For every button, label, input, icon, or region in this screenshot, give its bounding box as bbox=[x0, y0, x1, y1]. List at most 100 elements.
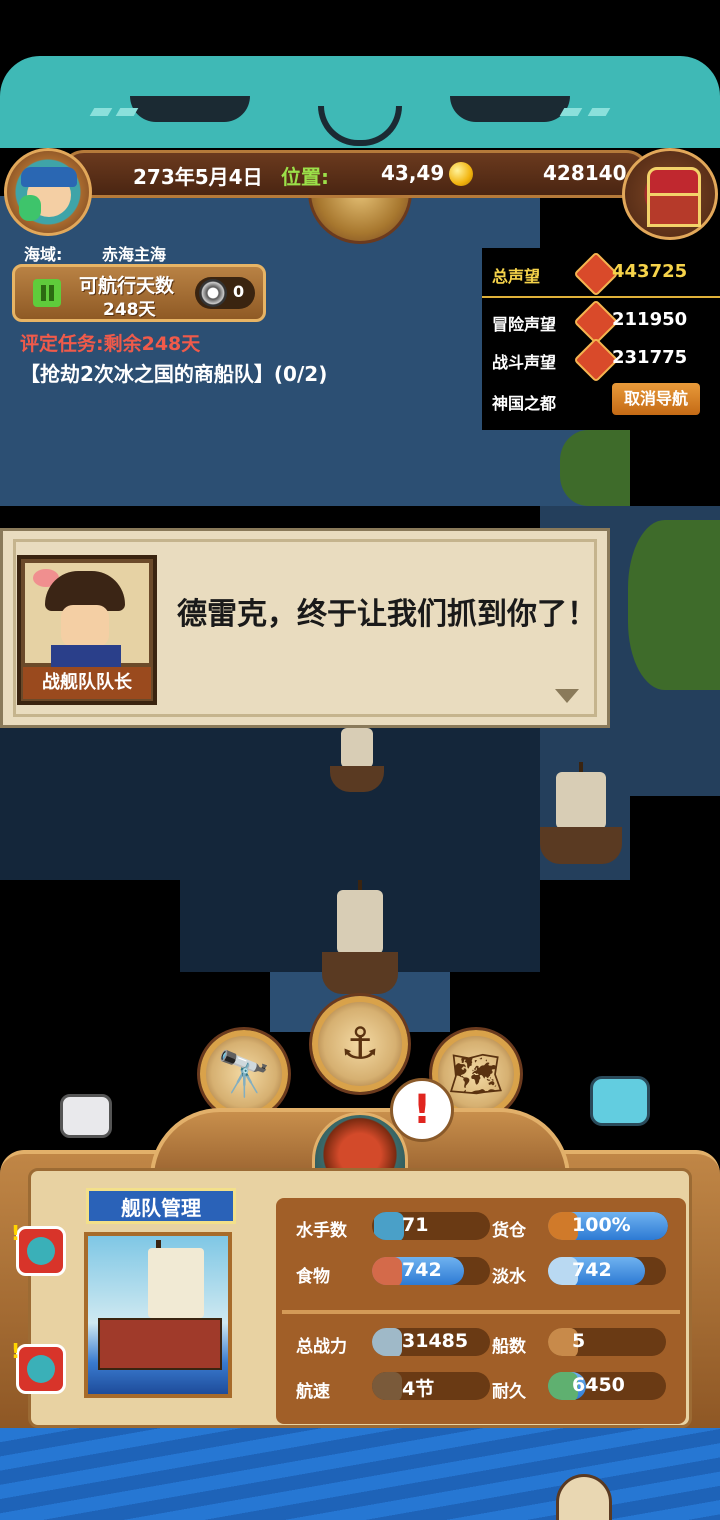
ship-sail bbox=[556, 772, 606, 830]
gold-coin-icon bbox=[449, 162, 473, 186]
location-label: 位置: bbox=[281, 165, 329, 189]
stripe-decoration bbox=[115, 108, 139, 116]
battle-reputation-label: 战斗声望 bbox=[492, 353, 557, 372]
enemy-ship[interactable] bbox=[330, 728, 384, 792]
water-label: 淡水 bbox=[492, 1267, 526, 1287]
crossed-swords-icon bbox=[372, 1328, 402, 1356]
location-value: 43,49 bbox=[381, 161, 445, 185]
food-label: 食物 bbox=[296, 1267, 330, 1287]
anchor-button[interactable]: ⚓ bbox=[312, 996, 408, 1092]
cat-mascot-icon bbox=[590, 1076, 650, 1126]
coin-counter: 0 bbox=[195, 277, 255, 309]
anchor-icon: ⚓ bbox=[340, 1018, 380, 1070]
ships-stat: 5 bbox=[548, 1328, 666, 1356]
telescope-button[interactable]: 🔭 bbox=[200, 1030, 288, 1118]
treasure-chest-button[interactable] bbox=[622, 148, 718, 240]
divider bbox=[482, 296, 720, 298]
meat-icon bbox=[372, 1257, 402, 1285]
ship-icon bbox=[27, 1355, 55, 1383]
ships-label: 船数 bbox=[492, 1337, 526, 1357]
cargo-label: 货仓 bbox=[492, 1221, 526, 1241]
avatar-hair bbox=[19, 195, 41, 221]
sailing-days-label: 可航行天数 bbox=[79, 275, 175, 297]
durability-value: 6450 bbox=[572, 1374, 625, 1396]
fleet-management-title[interactable]: 舰队管理 bbox=[86, 1188, 236, 1224]
food-bar: 742 bbox=[372, 1257, 490, 1285]
chest-box-icon bbox=[647, 193, 701, 227]
durability-label: 耐久 bbox=[492, 1382, 526, 1402]
captain-coat bbox=[51, 645, 121, 667]
right-eye-decoration bbox=[450, 96, 570, 122]
player-ship[interactable] bbox=[322, 880, 398, 994]
sailors-label: 水手数 bbox=[296, 1221, 347, 1241]
telescope-icon: 🔭 bbox=[216, 1049, 272, 1100]
stripe-decoration bbox=[89, 108, 113, 116]
status-bar: 273年5月4日 位置: 43,49 428140 bbox=[60, 150, 650, 198]
mission-objective[interactable]: 【抢劫2次冰之国的商船队】(0/2) bbox=[20, 358, 327, 387]
ship-hull bbox=[330, 766, 384, 792]
next-arrow-icon[interactable] bbox=[555, 689, 579, 703]
mouth-decoration bbox=[318, 106, 402, 146]
cancel-navigation-button[interactable]: 取消导航 bbox=[612, 383, 700, 415]
flagship-illustration[interactable] bbox=[84, 1232, 232, 1398]
game-date: 273年5月4日 bbox=[133, 165, 263, 189]
left-eye-decoration bbox=[130, 96, 250, 122]
alert-notification[interactable]: ! bbox=[390, 1078, 454, 1142]
region-value: 赤海主海 bbox=[102, 245, 167, 264]
food-value: 742 bbox=[402, 1259, 442, 1281]
sailing-days-panel: 可航行天数 248天 0 bbox=[12, 264, 266, 322]
power-label: 总战力 bbox=[296, 1337, 347, 1357]
enemy-ship[interactable] bbox=[540, 762, 622, 864]
ship-hull bbox=[540, 827, 622, 864]
coin-ring-icon bbox=[199, 279, 227, 307]
stripe-decoration bbox=[559, 108, 583, 116]
adventure-reputation-value: 211950 bbox=[612, 309, 688, 330]
sailboat-icon bbox=[372, 1372, 402, 1400]
adventure-reputation-label: 冒险声望 bbox=[492, 315, 557, 334]
water-value: 742 bbox=[572, 1259, 612, 1281]
total-reputation-label: 总声望 bbox=[492, 267, 541, 286]
sailor-icon bbox=[374, 1212, 404, 1240]
exclamation-icon: ! bbox=[11, 1339, 21, 1363]
eval-task-text: 评定任务:剩余248天 bbox=[20, 333, 201, 355]
robot-mascot-icon bbox=[60, 1094, 112, 1138]
ship-sail bbox=[337, 890, 383, 955]
destination-label: 神国之都 bbox=[492, 394, 557, 413]
dialog-box[interactable]: 战舰队队长 德雷克，终于让我们抓到你了！ bbox=[0, 528, 610, 728]
sailors-stat: 71 bbox=[372, 1212, 490, 1240]
sailors-value: 71 bbox=[402, 1214, 429, 1236]
region-label: 海域: bbox=[24, 245, 63, 264]
durability-bar: 6450 bbox=[548, 1372, 666, 1400]
water-bar: 742 bbox=[548, 1257, 666, 1285]
ship-hull bbox=[98, 1318, 222, 1370]
world-map-icon: 🗺 bbox=[448, 1049, 504, 1100]
ship-side-button[interactable]: ! bbox=[11, 1339, 66, 1394]
sea-area[interactable] bbox=[0, 728, 540, 880]
ship-hull bbox=[322, 952, 398, 994]
cargo-value: 100% bbox=[572, 1214, 631, 1236]
player-avatar[interactable] bbox=[4, 148, 92, 236]
speaker-portrait: 战舰队队长 bbox=[17, 555, 157, 705]
battle-reputation-value: 231775 bbox=[612, 347, 688, 368]
exclamation-icon: ! bbox=[11, 1221, 21, 1245]
sailing-days-value: 248天 bbox=[103, 300, 156, 320]
gold-amount: 428140 bbox=[543, 161, 627, 185]
crew-side-button[interactable]: ! bbox=[11, 1221, 66, 1276]
speed-value: 4节 bbox=[402, 1378, 435, 1400]
power-stat: 31485 bbox=[372, 1328, 490, 1356]
speaker-name: 战舰队队长 bbox=[23, 667, 151, 699]
pause-button[interactable] bbox=[33, 279, 61, 307]
stripe-decoration bbox=[587, 108, 611, 116]
island bbox=[560, 430, 630, 506]
divider bbox=[282, 1310, 680, 1314]
speed-label: 航速 bbox=[296, 1382, 330, 1402]
speed-stat: 4节 bbox=[372, 1372, 490, 1400]
ships-value: 5 bbox=[572, 1330, 586, 1352]
island bbox=[628, 520, 720, 690]
avatar-bandana bbox=[21, 167, 77, 187]
cargo-bar: 100% bbox=[548, 1212, 668, 1240]
captain-head bbox=[61, 605, 109, 647]
ship-sails bbox=[148, 1248, 204, 1318]
sailor-icon bbox=[27, 1237, 55, 1265]
top-decoration bbox=[0, 56, 720, 148]
